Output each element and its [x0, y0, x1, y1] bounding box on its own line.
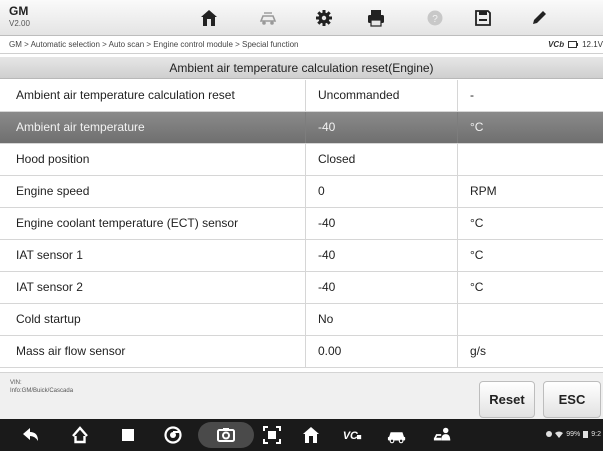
shop-home-button[interactable]: [296, 419, 326, 451]
home-icon: [72, 426, 88, 444]
settings-button[interactable]: [295, 0, 353, 35]
table-row[interactable]: IAT sensor 1 -40 °C: [0, 240, 603, 272]
parameter-value: -40: [305, 112, 457, 143]
parameter-name: Ambient air temperature calculation rese…: [16, 88, 235, 102]
parameter-name: IAT sensor 2: [16, 280, 83, 294]
camera-button[interactable]: [198, 422, 254, 448]
svg-text:VC: VC: [343, 430, 358, 442]
vehicle-info: VIN: Info:GM/Buick/Cascada: [10, 379, 73, 395]
technician-icon: [433, 427, 451, 441]
vin-label: VIN:: [10, 380, 22, 386]
vci-voltage: 12.1V: [582, 40, 603, 49]
recents-icon: [122, 429, 134, 441]
vehicle-info-text: Info:GM/Buick/Cascada: [10, 388, 74, 394]
screenshot-button[interactable]: [257, 419, 287, 451]
parameter-value: 0: [305, 176, 457, 207]
table-row[interactable]: Ambient air temperature calculation rese…: [0, 80, 603, 112]
breadcrumb: GM > Automatic selection > Auto scan > E…: [9, 40, 299, 49]
chrome-icon: [164, 426, 182, 444]
vehicle-swap-button[interactable]: [239, 0, 297, 35]
vci-status: VCb 12.1V: [548, 40, 603, 49]
edit-icon: [533, 10, 546, 24]
settings-gear-icon: [316, 9, 332, 26]
screenshot-icon: [263, 426, 281, 444]
svg-text:?: ?: [432, 14, 438, 25]
table-row[interactable]: Ambient air temperature -40 °C: [0, 112, 603, 144]
parameter-value: -40: [305, 272, 457, 303]
chrome-button[interactable]: [158, 419, 188, 451]
parameter-value: -40: [305, 208, 457, 239]
table-row[interactable]: Hood position Closed: [0, 144, 603, 176]
software-version: V2.00: [9, 19, 30, 28]
home-nav-button[interactable]: [65, 419, 95, 451]
page-title: Ambient air temperature calculation rese…: [0, 57, 603, 79]
vci-icon: VC: [343, 430, 362, 442]
wifi-icon: [555, 431, 564, 438]
car-icon: [387, 432, 406, 444]
reset-button[interactable]: Reset: [479, 381, 535, 418]
battery-icon: [583, 431, 589, 438]
save-icon: [475, 9, 491, 26]
breadcrumb-bar: GM > Automatic selection > Auto scan > E…: [0, 37, 603, 54]
top-toolbar: GM V2.00 ?: [0, 0, 603, 36]
parameter-unit: g/s: [457, 336, 603, 367]
parameter-unit: [457, 144, 603, 175]
vci-button[interactable]: VC: [335, 419, 369, 451]
status-area: 99% 9:2: [546, 430, 601, 438]
camera-icon: [217, 428, 235, 442]
home-shop-icon: [303, 427, 319, 443]
vehicle-swap-icon: [259, 11, 277, 25]
vci-label: VCb: [548, 40, 565, 49]
print-button[interactable]: [347, 0, 405, 35]
home-icon: [201, 9, 217, 26]
table-row[interactable]: Cold startup No: [0, 304, 603, 336]
recents-button[interactable]: [113, 419, 143, 451]
data-table: Ambient air temperature calculation rese…: [0, 80, 603, 368]
table-row[interactable]: Engine speed 0 RPM: [0, 176, 603, 208]
notification-dot-icon: [546, 431, 553, 437]
parameter-unit: [457, 304, 603, 335]
back-button[interactable]: [16, 419, 46, 451]
parameter-value: No: [305, 304, 457, 335]
parameter-name: Hood position: [16, 152, 90, 166]
parameter-unit: RPM: [457, 176, 603, 207]
parameter-value: -40: [305, 240, 457, 271]
parameter-name: Engine coolant temperature (ECT) sensor: [16, 216, 239, 230]
system-nav-bar: VC 99% 9:2: [0, 419, 603, 451]
technician-button[interactable]: [427, 419, 459, 451]
parameter-unit: °C: [457, 208, 603, 239]
parameter-name: IAT sensor 1: [16, 248, 83, 262]
parameter-name: Cold startup: [16, 312, 81, 326]
footer-bar: VIN: Info:GM/Buick/Cascada Reset ESC: [0, 372, 603, 419]
parameter-value: 0.00: [305, 336, 457, 367]
parameter-value: Uncommanded: [305, 80, 457, 111]
table-row[interactable]: IAT sensor 2 -40 °C: [0, 272, 603, 304]
print-icon: [368, 9, 384, 27]
parameter-unit: °C: [457, 272, 603, 303]
esc-button[interactable]: ESC: [543, 381, 601, 418]
parameter-unit: -: [457, 80, 603, 111]
battery-percent: 99%: [566, 430, 581, 438]
table-row[interactable]: Mass air flow sensor 0.00 g/s: [0, 336, 603, 368]
parameter-name: Engine speed: [16, 184, 90, 198]
edit-button[interactable]: [510, 0, 568, 35]
parameter-value: Closed: [305, 144, 457, 175]
battery-voltage-icon: [568, 41, 579, 48]
table-row[interactable]: Engine coolant temperature (ECT) sensor -…: [0, 208, 603, 240]
save-button[interactable]: [454, 0, 512, 35]
back-icon: [23, 428, 38, 441]
brand: GM V2.00: [9, 4, 30, 29]
vehicle-button[interactable]: [381, 419, 413, 451]
help-icon: ?: [427, 10, 443, 25]
parameter-name: Mass air flow sensor: [16, 344, 126, 358]
parameter-unit: °C: [457, 240, 603, 271]
home-button[interactable]: [180, 0, 238, 35]
parameter-unit: °C: [457, 112, 603, 143]
clock: 9:2: [591, 430, 601, 438]
vehicle-make: GM: [9, 4, 29, 18]
parameter-name: Ambient air temperature: [16, 120, 145, 134]
